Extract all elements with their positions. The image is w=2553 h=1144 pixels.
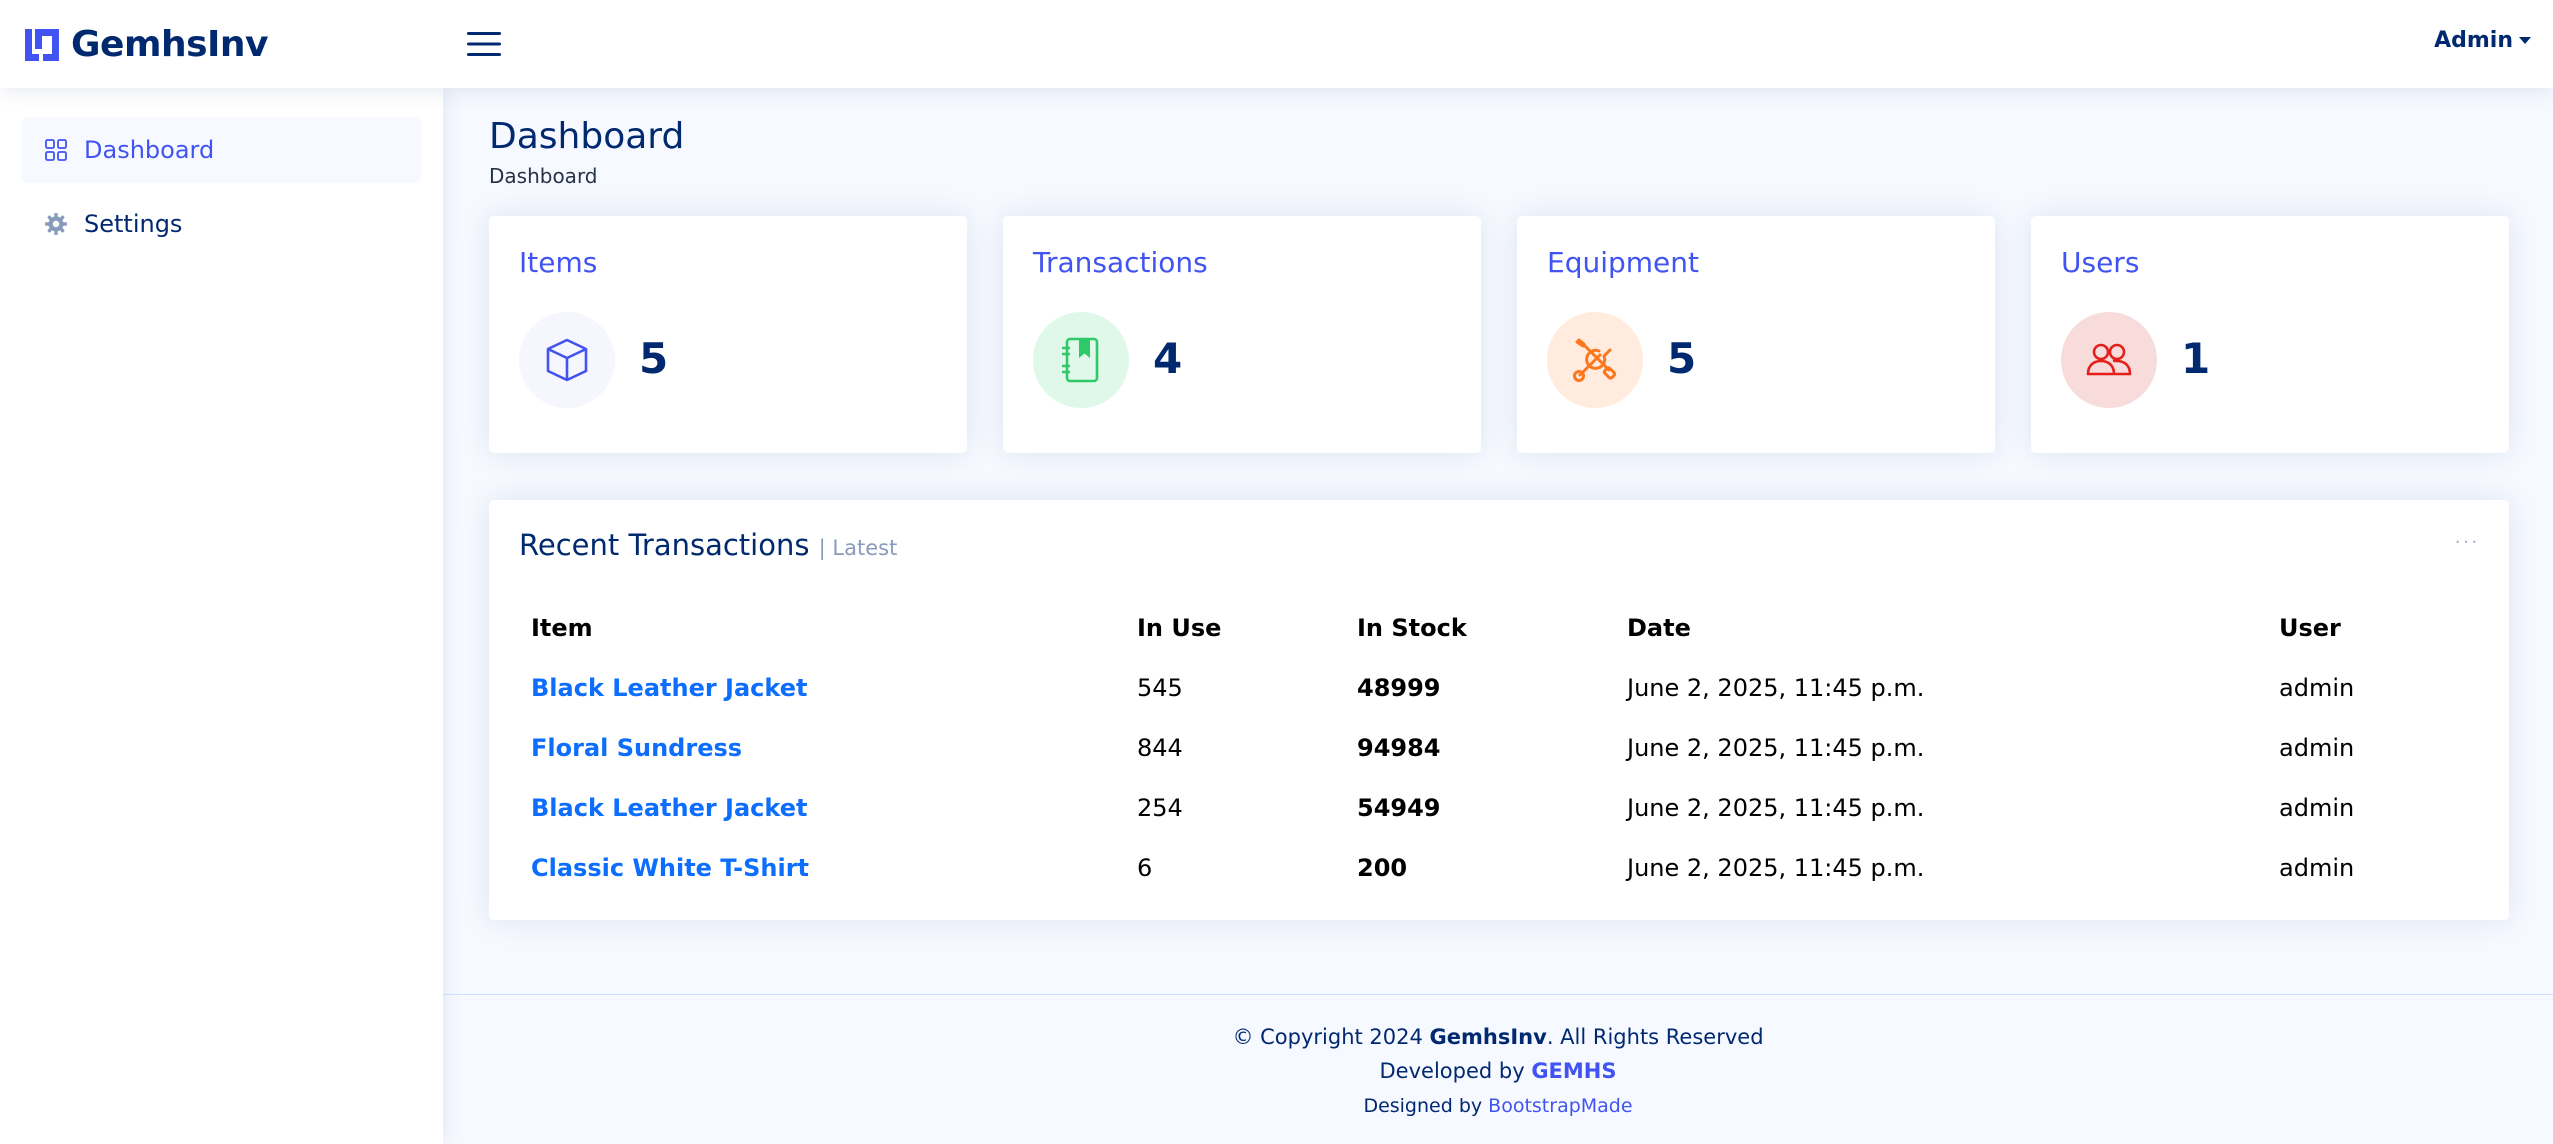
recent-subtitle: | Latest: [818, 536, 898, 560]
page-title: Dashboard: [489, 116, 685, 157]
item-cell: Black Leather Jacket: [519, 778, 1125, 838]
developed-prefix: Developed by: [1379, 1059, 1532, 1083]
recent-transactions-title: Recent Transactions | Latest: [519, 528, 897, 562]
breadcrumb[interactable]: Dashboard: [489, 164, 598, 188]
date-cell: June 2, 2025, 11:45 p.m.: [1627, 674, 1925, 702]
copyright-text: © Copyright 2024 GemhsInv. All Rights Re…: [443, 1025, 2553, 1049]
card-icon-circle: [519, 312, 615, 408]
item-link[interactable]: Classic White T-Shirt: [531, 854, 809, 882]
sidebar-item-settings[interactable]: Settings: [22, 191, 421, 257]
logo[interactable]: GemhsInv: [23, 20, 269, 68]
in-use-cell: 254: [1137, 794, 1183, 822]
top-header: GemhsInv Admin: [0, 0, 2553, 88]
recent-title-text: Recent Transactions: [519, 528, 810, 562]
card-value: 5: [639, 334, 669, 383]
item-link[interactable]: Black Leather Jacket: [531, 674, 807, 702]
item-cell: Floral Sundress: [519, 718, 1125, 778]
user-cell: admin: [2279, 674, 2355, 702]
table-header-row: Item In Use In Stock Date User: [519, 598, 2479, 658]
user-cell: admin: [2279, 734, 2355, 762]
in-use-cell: 545: [1137, 674, 1183, 702]
tools-icon: [1573, 338, 1617, 382]
card-title: Equipment: [1547, 246, 1699, 279]
hamburger-icon: [467, 32, 501, 56]
column-header-item: Item: [531, 614, 593, 642]
card-title: Transactions: [1033, 246, 1208, 279]
card-icon-circle: [1033, 312, 1129, 408]
column-header-user: User: [2279, 614, 2341, 642]
caret-down-icon: [2519, 37, 2531, 44]
table-row: Classic White T-Shirt 6 200 June 2, 2025…: [519, 838, 2479, 898]
box-icon: [546, 338, 588, 382]
item-cell: Classic White T-Shirt: [519, 838, 1125, 898]
developer-link[interactable]: GEMHS: [1531, 1059, 1616, 1083]
date-cell: June 2, 2025, 11:45 p.m.: [1627, 794, 1925, 822]
journal-bookmark-icon: [1062, 337, 1099, 383]
developed-by-text: Developed by GEMHS: [443, 1059, 2553, 1083]
table-row: Black Leather Jacket 545 48999 June 2, 2…: [519, 658, 2479, 718]
sidebar-item-label: Dashboard: [84, 136, 215, 164]
bootstrapmade-link[interactable]: BootstrapMade: [1488, 1095, 1632, 1117]
sidebar-item-label: Settings: [84, 210, 183, 238]
in-stock-cell: 200: [1357, 854, 1408, 882]
gear-icon: [45, 213, 67, 235]
designed-prefix: Designed by: [1363, 1095, 1489, 1117]
card-title: Items: [519, 246, 598, 279]
table-row: Black Leather Jacket 254 54949 June 2, 2…: [519, 778, 2479, 838]
card-title: Users: [2061, 246, 2140, 279]
logo-icon: [25, 29, 59, 61]
recent-transactions-card: Recent Transactions | Latest ··· Item In…: [489, 500, 2509, 920]
in-stock-cell: 94984: [1357, 734, 1441, 762]
in-use-cell: 6: [1137, 854, 1153, 882]
table-row: Floral Sundress 844 94984 June 2, 2025, …: [519, 718, 2479, 778]
user-cell: admin: [2279, 854, 2355, 882]
user-menu-dropdown[interactable]: Admin: [2434, 28, 2531, 53]
in-stock-cell: 54949: [1357, 794, 1441, 822]
copyright-suffix: . All Rights Reserved: [1546, 1025, 1764, 1049]
sidebar-toggle-button[interactable]: [464, 24, 504, 64]
card-icon-circle: [2061, 312, 2157, 408]
column-header-in-stock: In Stock: [1357, 614, 1467, 642]
people-icon: [2086, 343, 2132, 376]
date-cell: June 2, 2025, 11:45 p.m.: [1627, 854, 1925, 882]
logo-text: GemhsInv: [71, 23, 269, 65]
copyright-brand: GemhsInv: [1429, 1025, 1547, 1049]
copyright-prefix: © Copyright 2024: [1232, 1025, 1430, 1049]
item-cell: Black Leather Jacket: [519, 658, 1125, 718]
card-value: 5: [1667, 334, 1697, 383]
column-header-date: Date: [1627, 614, 1691, 642]
item-link[interactable]: Black Leather Jacket: [531, 794, 807, 822]
equipment-card: Equipment 5: [1517, 216, 1995, 453]
transactions-card: Transactions 4: [1003, 216, 1481, 453]
column-header-in-use: In Use: [1137, 614, 1222, 642]
sidebar-item-dashboard[interactable]: Dashboard: [22, 117, 421, 183]
in-use-cell: 844: [1137, 734, 1183, 762]
more-options-icon[interactable]: ···: [2454, 528, 2479, 554]
date-cell: June 2, 2025, 11:45 p.m.: [1627, 734, 1925, 762]
card-value: 4: [1153, 334, 1183, 383]
in-stock-cell: 48999: [1357, 674, 1441, 702]
designed-by-text: Designed by BootstrapMade: [443, 1095, 2553, 1117]
sidebar: Dashboard Settings: [0, 88, 443, 1144]
main-content: Dashboard Dashboard Items 5 Transactions: [443, 88, 2553, 1144]
user-cell: admin: [2279, 794, 2355, 822]
grid-icon: [45, 139, 67, 161]
footer: © Copyright 2024 GemhsInv. All Rights Re…: [443, 994, 2553, 1144]
card-value: 1: [2181, 334, 2211, 383]
items-card: Items 5: [489, 216, 967, 453]
item-link[interactable]: Floral Sundress: [531, 734, 742, 762]
card-icon-circle: [1547, 312, 1643, 408]
users-card: Users 1: [2031, 216, 2509, 453]
user-menu-label: Admin: [2434, 28, 2513, 53]
transactions-table: Item In Use In Stock Date User Black Lea…: [519, 598, 2479, 898]
